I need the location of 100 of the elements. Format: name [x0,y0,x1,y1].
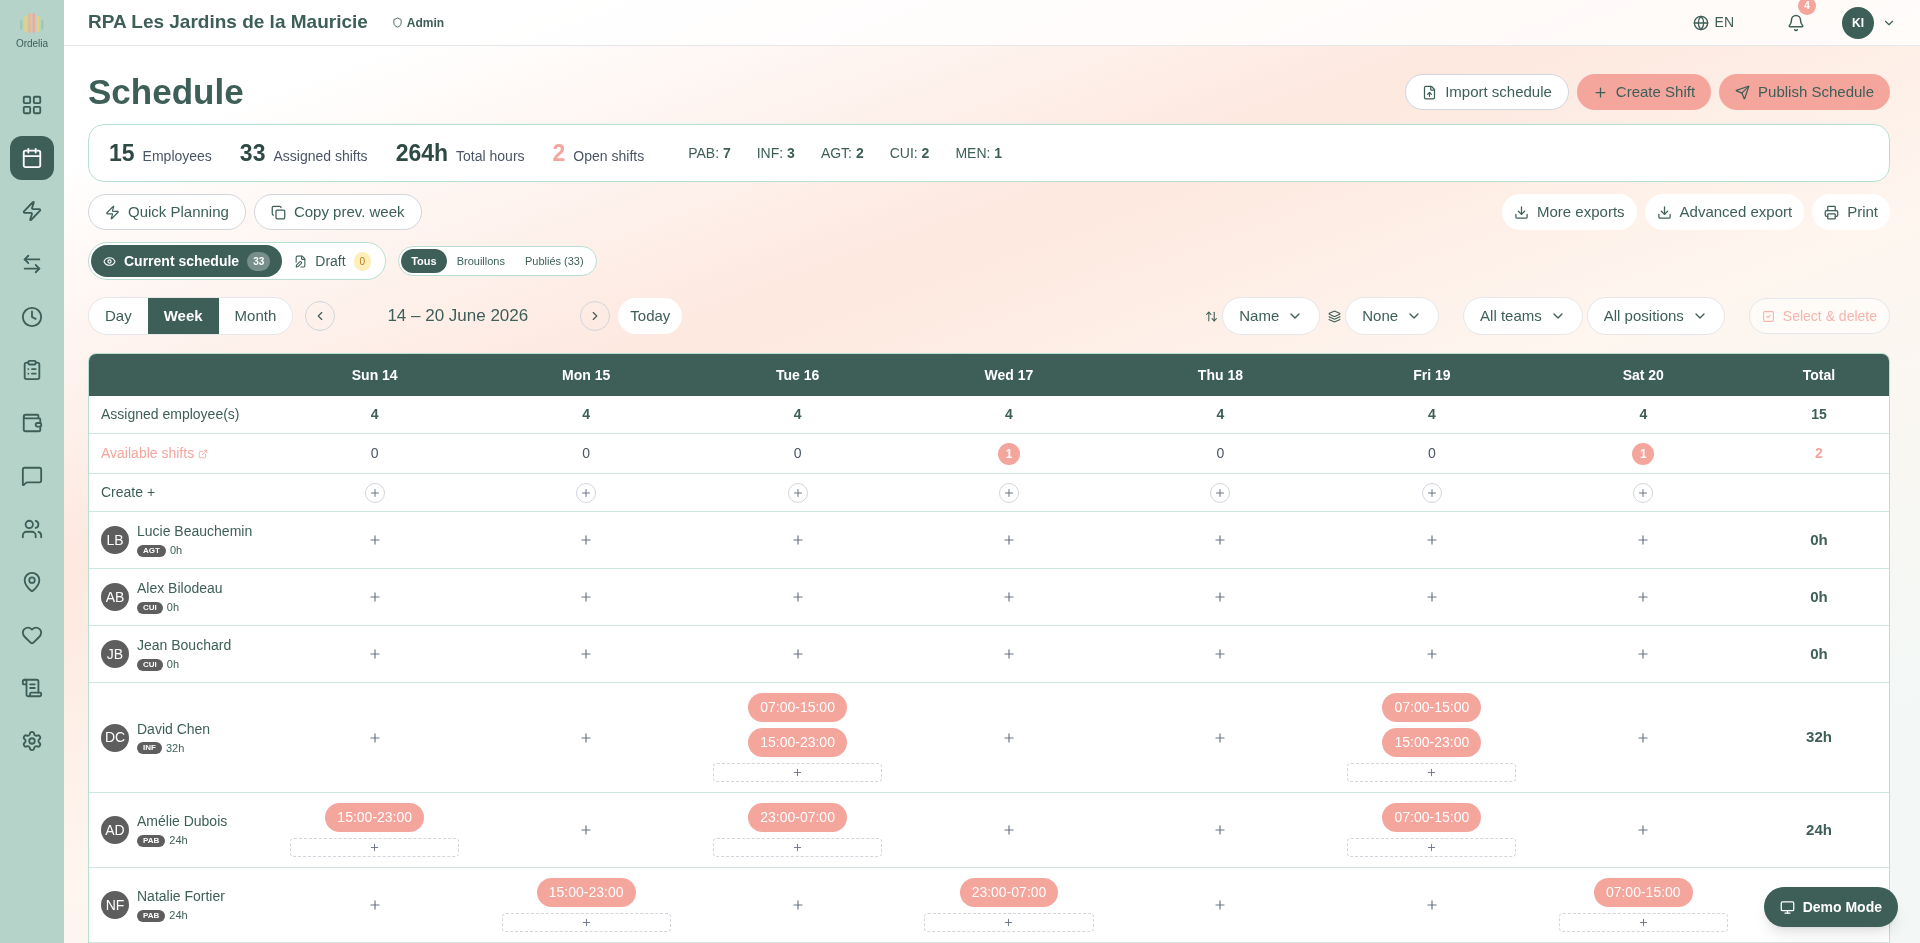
status-filter-option[interactable]: Publiés (33) [514,249,594,273]
plus-icon [1636,823,1651,837]
add-shift-button[interactable] [1636,730,1651,745]
add-shift-button[interactable] [1424,647,1439,661]
plus-icon [367,533,382,547]
sidebar-item[interactable] [10,136,54,180]
language-button[interactable]: EN [1692,12,1734,33]
tool-button[interactable]: Quick Planning [88,194,246,230]
status-filter-option[interactable]: Tous [401,249,447,273]
employee-avatar: AD [101,816,129,844]
add-shift-button[interactable] [579,533,594,547]
add-shift-button[interactable] [1002,590,1016,604]
view-option[interactable]: Month [218,298,293,334]
export-button[interactable]: Advanced export [1644,194,1805,230]
add-shift-button[interactable] [579,823,594,837]
plus-icon [367,590,382,604]
add-shift-button[interactable] [1636,823,1651,837]
schedule-tab[interactable]: Current schedule 33 [91,245,283,277]
role-count: MEN: 1 [955,143,1003,163]
add-shift-button[interactable] [790,898,805,912]
plus-icon [579,730,594,745]
add-shift-button[interactable] [367,533,382,547]
schedule-tab[interactable]: Draft 0 [282,245,384,277]
add-shift-button[interactable] [1424,533,1439,547]
plus-icon [579,823,594,837]
plus-icon [1424,533,1439,547]
wallet-icon [21,412,43,434]
add-shift-slot[interactable] [924,913,1094,932]
add-shift-slot[interactable] [713,763,883,782]
create-label: Create + [100,483,157,502]
export-button[interactable]: Print [1812,194,1890,230]
positions-dropdown[interactable]: All positions [1586,297,1725,335]
add-shift-slot[interactable] [1347,763,1517,782]
add-shift-button[interactable] [367,898,382,912]
stat-value: 15 [109,138,135,168]
add-shift-slot[interactable] [501,913,671,932]
employee-total: 0h [1809,586,1829,607]
export-button[interactable]: More exports [1502,194,1637,230]
add-shift-button[interactable] [1002,823,1016,837]
status-filter-option[interactable]: Brouillons [446,249,515,273]
add-shift-button[interactable] [1213,590,1228,604]
add-shift-button[interactable] [1002,647,1016,661]
chat-icon [21,465,43,487]
plus-icon [1592,84,1608,100]
external-link-icon [198,448,209,459]
add-shift-button[interactable] [1213,533,1228,547]
add-shift-button[interactable] [367,647,382,661]
user-menu[interactable]: KI [1842,6,1896,39]
action-button[interactable]: Create Shift [1576,74,1712,110]
plus-icon [368,486,381,499]
monitor-icon [1779,899,1795,915]
group-dropdown[interactable]: None [1345,297,1440,335]
add-shift-slot[interactable] [1558,913,1728,932]
column-header: Sat 20 [1621,365,1665,385]
add-shift-slot[interactable] [713,838,883,857]
add-shift-button[interactable] [579,590,594,604]
today-button[interactable]: Today [618,298,683,334]
shield-icon [391,17,403,28]
action-button[interactable]: Import schedule [1405,74,1569,110]
add-shift-button[interactable] [367,590,382,604]
add-shift-button[interactable] [1424,898,1439,912]
role-tag: CUI [137,658,163,671]
employee-total: 0h [1809,529,1829,550]
plus-icon [1636,533,1651,547]
action-button[interactable]: Publish Schedule [1719,74,1890,110]
add-shift-button[interactable] [1636,590,1651,604]
add-shift-button[interactable] [1002,730,1016,745]
view-option[interactable]: Day [89,298,148,334]
page-title: Schedule [88,70,244,113]
add-shift-slot[interactable] [290,838,460,857]
plus-icon [1003,917,1015,928]
demo-mode-button[interactable]: Demo Mode [1763,887,1898,927]
add-shift-button[interactable] [790,647,805,661]
add-shift-button[interactable] [1213,730,1228,745]
add-shift-button[interactable] [1213,898,1228,912]
add-shift-button[interactable] [1002,533,1016,547]
role-label: Admin [406,14,445,32]
plus-icon [1637,486,1650,499]
add-shift-button[interactable] [790,590,805,604]
tool-button[interactable]: Copy prev. week [253,194,422,230]
add-shift-button[interactable] [790,533,805,547]
add-shift-button[interactable] [579,647,594,661]
add-shift-button[interactable] [1213,823,1228,837]
add-shift-button[interactable] [1636,647,1651,661]
view-option[interactable]: Week [147,298,219,334]
plus-icon [1214,486,1227,499]
add-shift-button[interactable] [1636,533,1651,547]
sort-dropdown[interactable]: Name [1222,297,1321,335]
add-shift-button[interactable] [367,730,382,745]
role-count: INF: 3 [756,143,795,163]
employee-avatar: LB [101,526,129,554]
add-shift-button[interactable] [1424,590,1439,604]
copy-icon [270,204,286,220]
add-shift-slot[interactable] [1347,838,1517,857]
role-tag: INF [137,742,162,754]
add-shift-button[interactable] [579,730,594,745]
add-shift-button[interactable] [1213,647,1228,661]
employee-name: Lucie Beauchemin [137,522,253,542]
teams-dropdown[interactable]: All teams [1463,297,1583,335]
table-cell-text: 4 [1426,405,1437,424]
